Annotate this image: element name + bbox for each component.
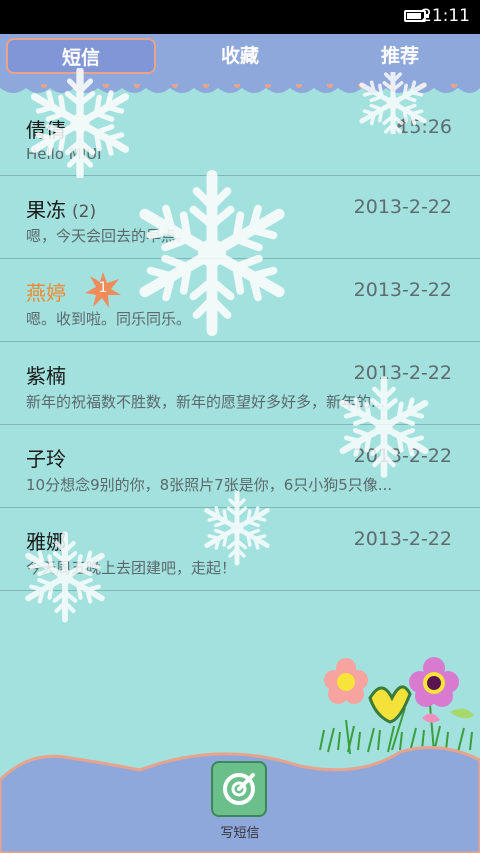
snowflake-decoration: [198, 488, 276, 568]
message-date: 2013-2-22: [353, 528, 452, 550]
contact-name-text: 果冻: [26, 198, 66, 222]
unread-badge: 1: [84, 271, 122, 309]
battery-fill: [407, 13, 422, 19]
message-date: 2013-2-22: [353, 196, 452, 218]
contact-name: 子玲: [26, 447, 66, 471]
status-bar: 21:11: [0, 0, 480, 34]
snowflake-decoration: [18, 530, 112, 624]
tab-recommended[interactable]: 推荐: [325, 38, 475, 74]
message-date: 2013-2-22: [353, 279, 452, 301]
compose-label: 写短信: [220, 826, 260, 841]
contact-name: 果冻 (2): [26, 194, 96, 223]
snowflake-decoration: [330, 375, 438, 479]
contact-name: 燕婷: [26, 281, 66, 305]
snowflake-decoration: [5, 68, 155, 178]
status-time: 21:11: [421, 6, 470, 26]
snowflake-decoration: [132, 170, 292, 336]
snowflake-decoration: [346, 72, 440, 134]
compose-button[interactable]: [211, 761, 267, 817]
compose-icon: [223, 773, 255, 805]
unread-badge-count: 1: [98, 280, 108, 296]
message-count: (2): [72, 202, 97, 222]
tab-favorites[interactable]: 收藏: [165, 38, 315, 74]
contact-name: 紫楠: [26, 364, 66, 388]
